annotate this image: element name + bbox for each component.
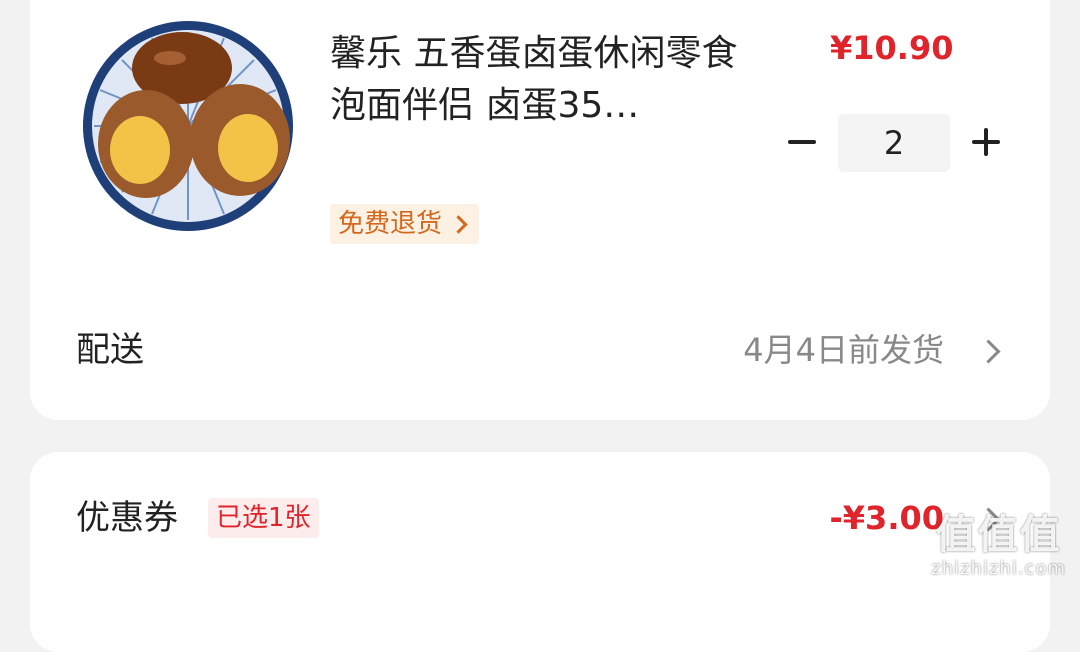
- product-title[interactable]: 馨乐 五香蛋卤蛋休闲零食泡面伴侣 卤蛋35…: [330, 28, 760, 132]
- free-return-label: 免费退货: [338, 209, 443, 239]
- chevron-right-icon: [449, 214, 468, 234]
- coupon-label: 优惠券: [76, 498, 178, 538]
- coupon-discount[interactable]: -¥3.00: [830, 494, 945, 542]
- coupon-selected-badge: 已选1张: [208, 498, 319, 538]
- quantity-value[interactable]: 2: [838, 114, 950, 172]
- shipping-label: 配送: [76, 330, 144, 370]
- watermark: 值值值 zhizhizhi.com: [931, 512, 1066, 580]
- product-card: 馨乐 五香蛋卤蛋休闲零食泡面伴侣 卤蛋35… ¥10.90 2 免费退货 配送 …: [30, 0, 1050, 420]
- quantity-decrease-button[interactable]: [782, 118, 822, 166]
- chevron-right-icon[interactable]: [976, 339, 1001, 364]
- quantity-increase-button[interactable]: [966, 118, 1006, 166]
- free-return-badge[interactable]: 免费退货: [330, 204, 480, 244]
- watermark-logo: 值值值: [935, 512, 1062, 558]
- shipping-date[interactable]: 4月4日前发货: [743, 326, 944, 374]
- product-image[interactable]: [82, 20, 294, 232]
- product-price: ¥10.90: [830, 29, 954, 67]
- watermark-url: zhizhizhi.com: [931, 558, 1066, 579]
- coupon-card[interactable]: 优惠券 已选1张 -¥3.00: [30, 452, 1050, 652]
